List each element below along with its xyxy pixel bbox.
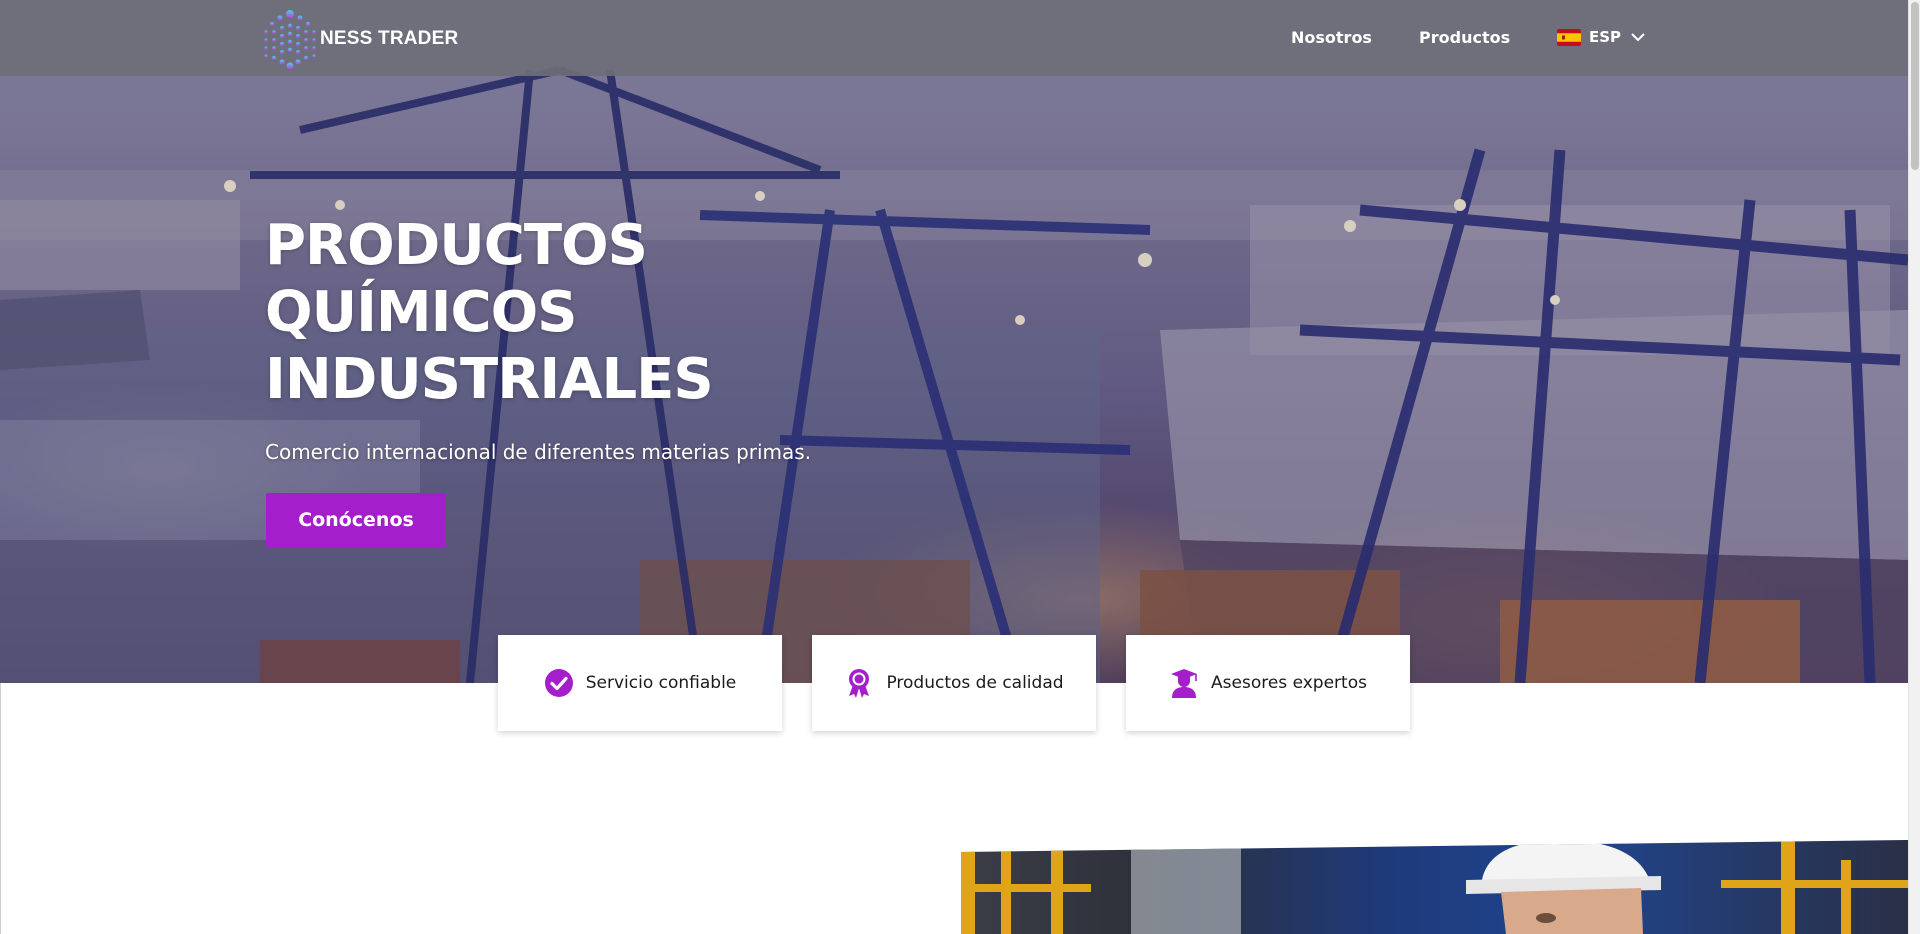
check-circle-icon [544, 669, 573, 697]
language-selector[interactable]: ESP [1557, 28, 1645, 46]
hero-title-line: QUÍMICOS [265, 280, 578, 345]
conocenos-button[interactable]: Conócenos [266, 493, 446, 547]
hero-subtitle: Comercio internacional de diferentes mat… [265, 440, 812, 464]
worker-image [961, 840, 1908, 934]
graduate-icon [1171, 669, 1198, 698]
feature-label: Asesores expertos [1211, 673, 1367, 693]
brand-logo[interactable]: NESS TRADER [262, 8, 458, 70]
feature-label: Productos de calidad [886, 673, 1064, 693]
feature-card-asesores: Asesores expertos [1126, 635, 1410, 731]
feature-card-servicio: Servicio confiable [498, 635, 782, 731]
worker-photo [961, 840, 1908, 934]
nav-link-nosotros[interactable]: Nosotros [1291, 28, 1372, 47]
hero-title-line: INDUSTRIALES [265, 347, 714, 412]
hero-title: PRODUCTOS QUÍMICOS INDUSTRIALES [265, 212, 714, 413]
spain-flag-icon [1557, 28, 1581, 46]
brand-name: NESS TRADER [320, 28, 459, 49]
feature-label: Servicio confiable [585, 673, 737, 693]
hero-section: NESS TRADER Nosotros Productos ESP PRODU… [0, 0, 1908, 683]
chevron-down-icon [1631, 33, 1645, 42]
vertical-scrollbar[interactable] [1908, 0, 1920, 934]
feature-card-calidad: Productos de calidad [812, 635, 1096, 731]
award-ribbon-icon [849, 669, 870, 698]
scrollbar-thumb[interactable] [1911, 2, 1919, 170]
top-navbar: NESS TRADER Nosotros Productos ESP [0, 0, 1908, 76]
hero-title-line: PRODUCTOS [265, 213, 648, 278]
brand-logo-icon [264, 10, 316, 70]
language-label: ESP [1589, 28, 1622, 46]
nav-link-productos[interactable]: Productos [1419, 28, 1510, 47]
